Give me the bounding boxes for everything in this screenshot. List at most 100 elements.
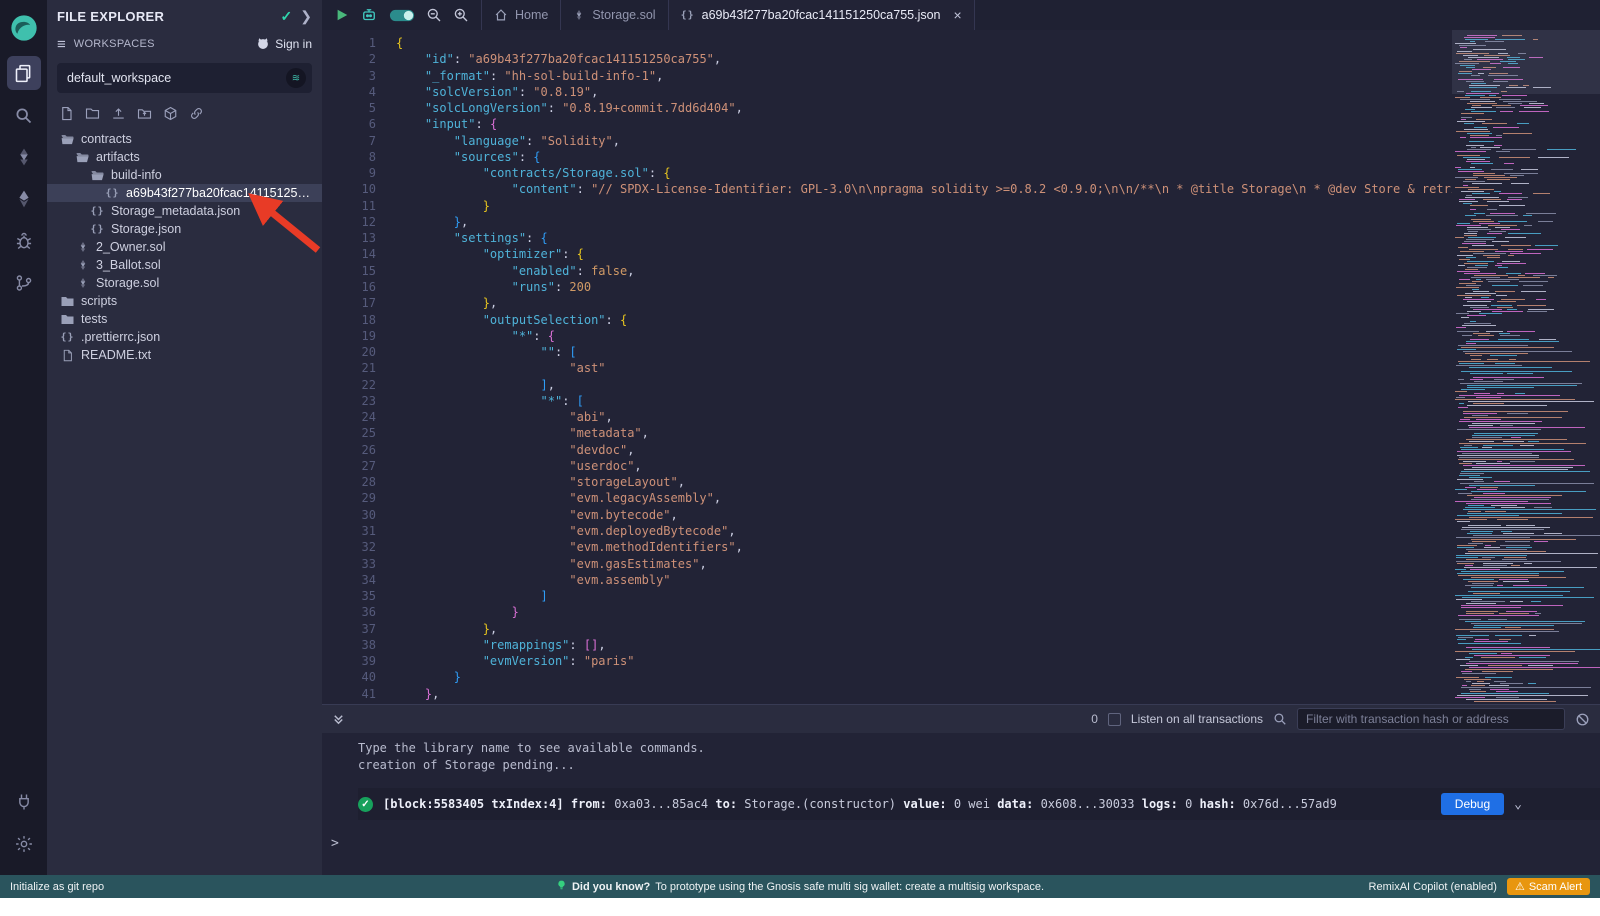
- upload-folder-icon[interactable]: [137, 106, 152, 121]
- folder-icon: [59, 294, 76, 309]
- file-icon: [59, 349, 76, 362]
- tree-item-label: 3_Ballot.sol: [96, 258, 169, 272]
- new-folder-icon[interactable]: [85, 106, 100, 121]
- editor-tabbar: Home Storage.sol{}a69b43f277ba20fcac14115…: [322, 0, 1600, 30]
- hamburger-menu-icon[interactable]: ≡: [57, 36, 66, 53]
- scam-alert-label: Scam Alert: [1529, 881, 1582, 893]
- solidity-compiler-icon: [7, 140, 41, 174]
- tree-item-contracts[interactable]: contracts: [47, 130, 322, 148]
- editor-tabs: Home Storage.sol{}a69b43f277ba20fcac14115…: [482, 0, 975, 30]
- ai-copilot-icon[interactable]: [360, 6, 378, 24]
- scam-alert-badge[interactable]: ⚠ Scam Alert: [1507, 878, 1590, 895]
- activity-bar-top: [0, 0, 47, 304]
- tree-item-label: Storage_metadata.json: [111, 204, 248, 218]
- status-bar-right: RemixAI Copilot (enabled) ⚠ Scam Alert: [1369, 878, 1590, 895]
- app-body: FILE EXPLORER ✓ ❯ ≡ WORKSPACES Sign in d…: [0, 0, 1600, 875]
- code-editor[interactable]: 1234567891011121314151617181920212223242…: [322, 30, 1600, 704]
- git-icon: [7, 266, 41, 300]
- terminal-line: Type the library name to see available c…: [358, 740, 1600, 757]
- workspace-selector[interactable]: default_workspace ≋: [57, 63, 312, 93]
- sol-icon: [74, 241, 91, 253]
- activity-item-remix-logo[interactable]: [0, 4, 47, 52]
- tree-item-.prettierrc.json[interactable]: {} .prettierrc.json: [47, 328, 322, 346]
- transaction-log-row[interactable]: ✓ [block:5583405 txIndex:4] from: 0xa03.…: [358, 788, 1600, 820]
- tree-item-scripts[interactable]: scripts: [47, 292, 322, 310]
- activity-item-settings[interactable]: [0, 823, 47, 865]
- tree-item-build-info[interactable]: build-info: [47, 166, 322, 184]
- editor-tab-Home[interactable]: Home: [481, 0, 561, 30]
- file-explorer-icon: [7, 56, 41, 90]
- listen-all-transactions-label: Listen on all transactions: [1131, 712, 1263, 726]
- tree-item-Storage_metadata.json[interactable]: {}Storage_metadata.json: [47, 202, 322, 220]
- folder-open-icon: [89, 168, 106, 183]
- chevron-right-icon[interactable]: ❯: [300, 8, 312, 25]
- terminal-line: creation of Storage pending...: [358, 757, 1600, 774]
- folder-icon: [59, 312, 76, 327]
- sign-in-label: Sign in: [275, 37, 312, 51]
- terminal-toolbar: 0 Listen on all transactions: [322, 705, 1600, 733]
- listen-all-transactions-checkbox[interactable]: [1108, 713, 1121, 726]
- tree-item-tests[interactable]: tests: [47, 310, 322, 328]
- tree-item-Storage.json[interactable]: {}Storage.json: [47, 220, 322, 238]
- clear-console-icon[interactable]: [1575, 712, 1590, 727]
- upload-file-icon[interactable]: [111, 106, 126, 121]
- deploy-run-icon: [7, 182, 41, 216]
- ipfs-icon[interactable]: [163, 106, 178, 121]
- zoom-out-icon[interactable]: [426, 7, 442, 23]
- transaction-filter-input[interactable]: [1297, 708, 1565, 730]
- tree-item-a69b43f277ba20fcac141151250ca755.json[interactable]: {}a69b43f277ba20fcac141151250ca755.json: [47, 184, 322, 202]
- tree-item-label: contracts: [81, 132, 140, 146]
- run-script-icon[interactable]: [335, 8, 349, 22]
- tree-item-Storage.sol[interactable]: Storage.sol: [47, 274, 322, 292]
- terminal-output[interactable]: Type the library name to see available c…: [322, 733, 1600, 875]
- file-explorer-panel: FILE EXPLORER ✓ ❯ ≡ WORKSPACES Sign in d…: [47, 0, 322, 875]
- file-tree: contracts artifactsbuild-info{}a69b43f277…: [47, 130, 322, 875]
- editor-tab-Storage.sol[interactable]: Storage.sol: [560, 0, 668, 30]
- tree-item-label: .prettierrc.json: [81, 330, 168, 344]
- activity-item-solidity-compiler[interactable]: [0, 136, 47, 178]
- terminal-prompt[interactable]: >: [331, 836, 1600, 851]
- new-file-icon[interactable]: [59, 106, 74, 121]
- tree-item-artifacts[interactable]: artifacts: [47, 148, 322, 166]
- tree-item-label: scripts: [81, 294, 125, 308]
- tab-close-icon[interactable]: ×: [954, 7, 962, 23]
- tree-item-2_Owner.sol[interactable]: 2_Owner.sol: [47, 238, 322, 256]
- activity-item-plugin-manager[interactable]: [0, 781, 47, 823]
- copilot-toggle-icon[interactable]: [389, 8, 415, 23]
- line-numbers: 1234567891011121314151617181920212223242…: [322, 35, 376, 702]
- sign-in-button[interactable]: Sign in: [256, 36, 312, 53]
- minimap-content: [1452, 35, 1600, 703]
- terminal: 0 Listen on all transactions Type the li…: [322, 704, 1600, 875]
- expand-log-chevron-icon[interactable]: ⌄: [1514, 797, 1522, 812]
- workspace-name: default_workspace: [67, 71, 286, 85]
- editor-area: Home Storage.sol{}a69b43f277ba20fcac14115…: [322, 0, 1600, 875]
- editor-tab-a69b43f277ba20fcac141151250ca755.json[interactable]: {}a69b43f277ba20fcac141151250ca755.json×: [668, 0, 975, 30]
- workspace-options-icon[interactable]: ≋: [286, 68, 306, 88]
- activity-item-debugger[interactable]: [0, 220, 47, 262]
- activity-item-git[interactable]: [0, 262, 47, 304]
- zoom-in-icon[interactable]: [453, 7, 469, 23]
- json-icon: {}: [59, 332, 76, 343]
- home-icon: [494, 8, 508, 22]
- sol-icon: [74, 277, 91, 289]
- tree-item-README.txt[interactable]: README.txt: [47, 346, 322, 364]
- debug-button[interactable]: Debug: [1441, 793, 1504, 815]
- activity-item-file-explorer[interactable]: [0, 52, 47, 94]
- copilot-status[interactable]: RemixAI Copilot (enabled): [1369, 881, 1497, 893]
- minimap[interactable]: [1452, 30, 1600, 704]
- remix-logo-icon: [7, 11, 41, 45]
- link-icon[interactable]: [189, 106, 204, 121]
- tab-label: Home: [515, 8, 548, 22]
- remix-ide-window: FILE EXPLORER ✓ ❯ ≡ WORKSPACES Sign in d…: [0, 0, 1600, 916]
- git-init-button[interactable]: Initialize as git repo: [10, 881, 104, 893]
- json-icon: {}: [89, 224, 106, 235]
- collapse-terminal-icon[interactable]: [332, 713, 345, 726]
- activity-item-search[interactable]: [0, 94, 47, 136]
- code-lines[interactable]: { "id": "a69b43f277ba20fcac141151250ca75…: [396, 35, 1600, 702]
- workspaces-row: ≡ WORKSPACES Sign in: [47, 32, 322, 56]
- minimap-viewport[interactable]: [1452, 30, 1600, 94]
- json-icon: {}: [681, 10, 695, 21]
- activity-item-deploy-run[interactable]: [0, 178, 47, 220]
- panel-title: FILE EXPLORER: [57, 9, 273, 24]
- tree-item-3_Ballot.sol[interactable]: 3_Ballot.sol: [47, 256, 322, 274]
